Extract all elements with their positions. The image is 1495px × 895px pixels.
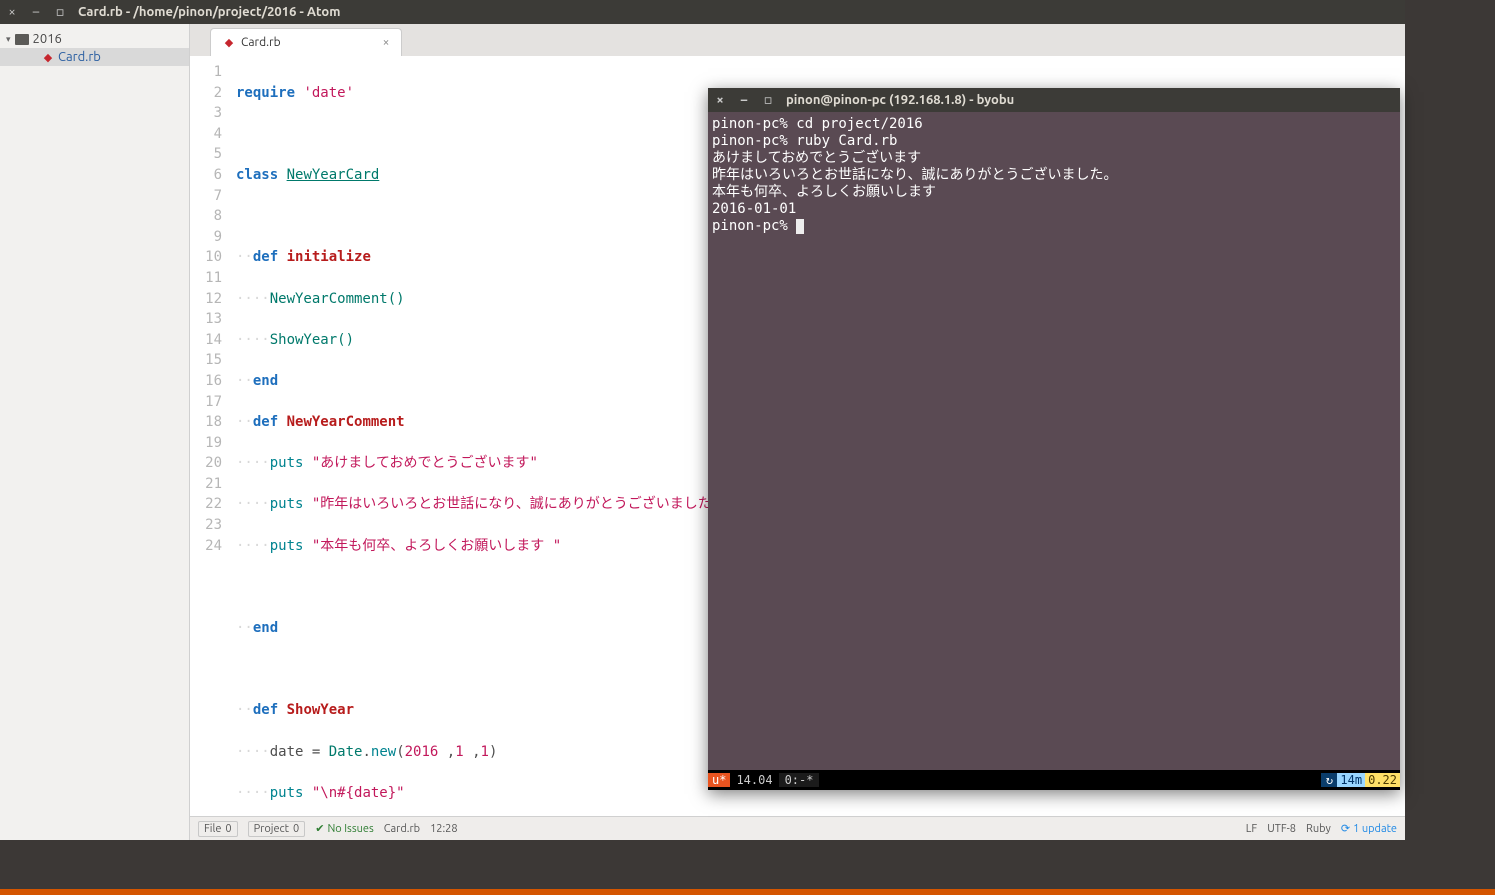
byobu-load: 0.22 (1365, 773, 1400, 787)
status-bar: File0 Project0 ✔No Issues Card.rb 12:28 … (190, 816, 1405, 840)
terminal-window[interactable]: × – ▫ pinon@pinon-pc (192.168.1.8) - byo… (708, 88, 1400, 790)
terminal-titlebar[interactable]: × – ▫ pinon@pinon-pc (192.168.1.8) - byo… (708, 88, 1400, 112)
status-language[interactable]: Ruby (1306, 823, 1331, 835)
file-tree[interactable]: ▾ 2016 ◆ Card.rb (0, 24, 190, 840)
ruby-icon: ◆ (223, 37, 235, 49)
close-icon[interactable]: × (6, 5, 18, 19)
status-cursor-pos: 12:28 (430, 823, 458, 835)
chevron-down-icon: ▾ (6, 34, 11, 45)
status-issues[interactable]: ✔No Issues (315, 822, 374, 835)
status-encoding[interactable]: UTF-8 (1267, 823, 1296, 835)
squirrel-icon: ⟳ (1341, 822, 1350, 835)
status-project[interactable]: Project0 (248, 821, 306, 837)
desktop-panel (0, 889, 1495, 895)
refresh-icon: ↻ (1321, 773, 1337, 787)
tree-folder-root[interactable]: ▾ 2016 (0, 30, 189, 48)
tree-file-label: Card.rb (58, 50, 101, 64)
status-filename: Card.rb (384, 823, 420, 835)
minimize-icon[interactable]: – (30, 5, 42, 19)
close-tab-icon[interactable]: × (383, 36, 390, 49)
tree-file-card[interactable]: ◆ Card.rb (0, 48, 189, 66)
minimize-icon[interactable]: – (738, 93, 750, 107)
atom-titlebar[interactable]: × – ▫ Card.rb - /home/pinon/project/2016… (0, 0, 1405, 24)
byobu-logo: u* (708, 773, 730, 787)
check-icon: ✔ (315, 822, 324, 835)
status-updates[interactable]: ⟳1 update (1341, 822, 1397, 835)
byobu-uptime: 14m (1337, 773, 1365, 787)
status-eol[interactable]: LF (1246, 823, 1257, 835)
window-title: Card.rb - /home/pinon/project/2016 - Ato… (78, 5, 340, 19)
maximize-icon[interactable]: ▫ (54, 5, 66, 20)
byobu-session: 0:-* (779, 773, 820, 787)
byobu-statusbar: u* 14.04 0:-* ↻ 14m 0.22 (708, 770, 1400, 790)
terminal-title: pinon@pinon-pc (192.168.1.8) - byobu (786, 93, 1014, 107)
tree-folder-label: 2016 (33, 32, 62, 46)
tab-label: Card.rb (241, 36, 281, 49)
status-file[interactable]: File0 (198, 821, 238, 837)
maximize-icon[interactable]: ▫ (762, 93, 774, 108)
line-gutter: 123456789101112131415161718192021222324 (190, 56, 230, 816)
folder-icon (15, 34, 29, 45)
ruby-icon: ◆ (42, 51, 54, 63)
byobu-version: 14.04 (730, 773, 778, 787)
tab-card[interactable]: ◆ Card.rb × (210, 28, 402, 56)
close-icon[interactable]: × (714, 93, 726, 107)
terminal-body[interactable]: pinon-pc% cd project/2016pinon-pc% ruby … (708, 112, 1400, 770)
tab-bar[interactable]: ◆ Card.rb × (190, 24, 1405, 56)
